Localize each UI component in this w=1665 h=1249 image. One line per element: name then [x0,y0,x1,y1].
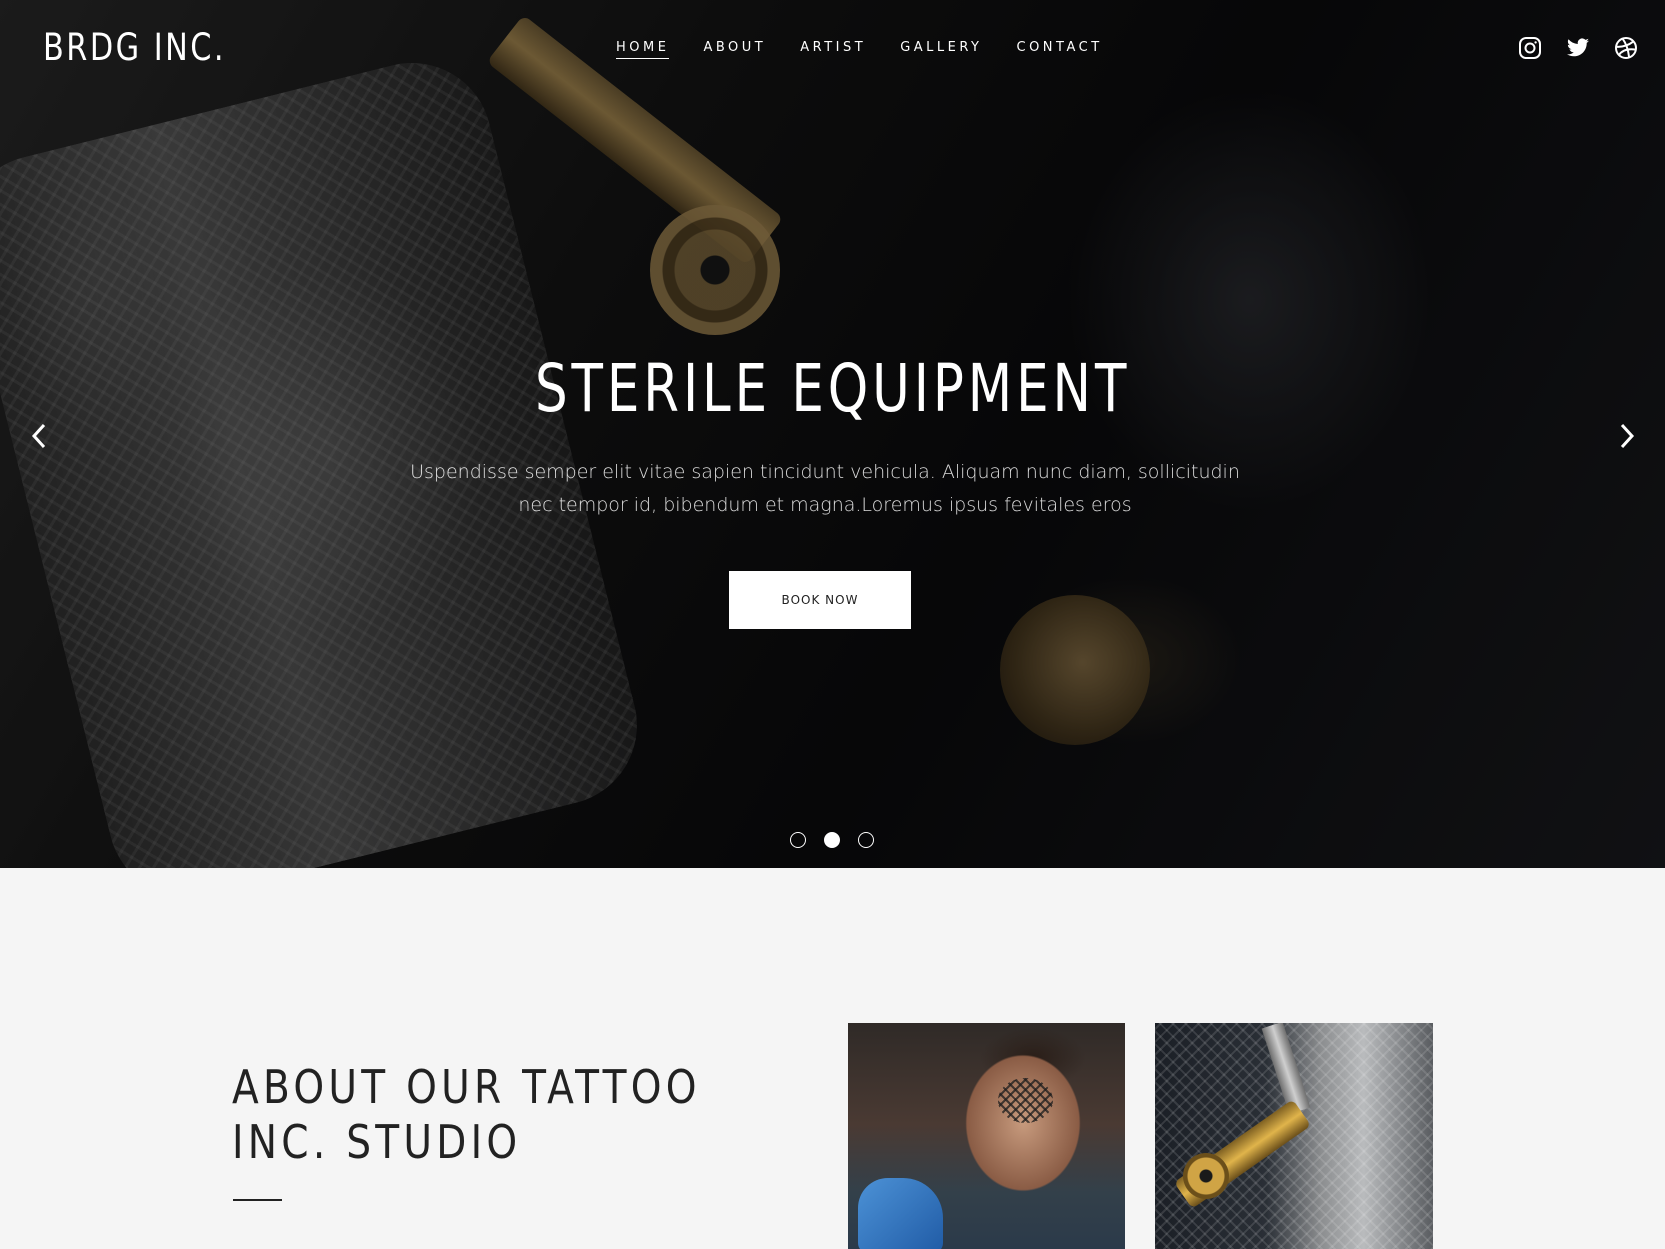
instagram-icon[interactable] [1518,36,1542,60]
about-title: ABOUT OUR TATTOO INC. STUDIO [232,1060,784,1170]
nav-item-about[interactable]: ABOUT [703,40,766,59]
dribbble-icon[interactable] [1614,36,1638,60]
machine-rod [1261,1023,1311,1115]
slider-dots [790,832,874,848]
hero-headline: STERILE EQUIPMENT [0,350,1665,427]
hero-subtext: Uspendisse semper elit vitae sapien tinc… [410,461,1240,516]
hero-overlay [0,0,1665,868]
hero-headline-text: STERILE EQUIPMENT [534,350,1131,427]
nav-item-artist[interactable]: ARTIST [800,40,866,59]
blue-glove [858,1178,943,1249]
about-divider [233,1199,282,1201]
about-title-line-1: ABOUT OUR TATTOO [232,1060,701,1114]
face-tattoo [998,1078,1053,1123]
slider-dot-3[interactable] [858,832,874,848]
about-title-line-2: INC. STUDIO [232,1115,522,1169]
tattoo-machine-photo [1155,1023,1433,1249]
artist-photo [848,1023,1125,1249]
site-logo[interactable]: BRDG INC. [43,26,226,69]
machine-brass-ring [1183,1153,1229,1199]
main-nav: HOME ABOUT ARTIST GALLERY CONTACT [616,40,1137,59]
book-now-button[interactable]: BOOK NOW [729,571,911,629]
twitter-icon[interactable] [1566,36,1590,60]
social-links [1518,36,1638,60]
slider-dot-1[interactable] [790,832,806,848]
nav-item-gallery[interactable]: GALLERY [900,40,982,59]
nav-item-contact[interactable]: CONTACT [1017,40,1103,59]
hero-slider: BRDG INC. HOME ABOUT ARTIST GALLERY CONT… [0,0,1665,868]
slider-dot-2[interactable] [824,832,840,848]
nav-item-home[interactable]: HOME [616,40,670,59]
